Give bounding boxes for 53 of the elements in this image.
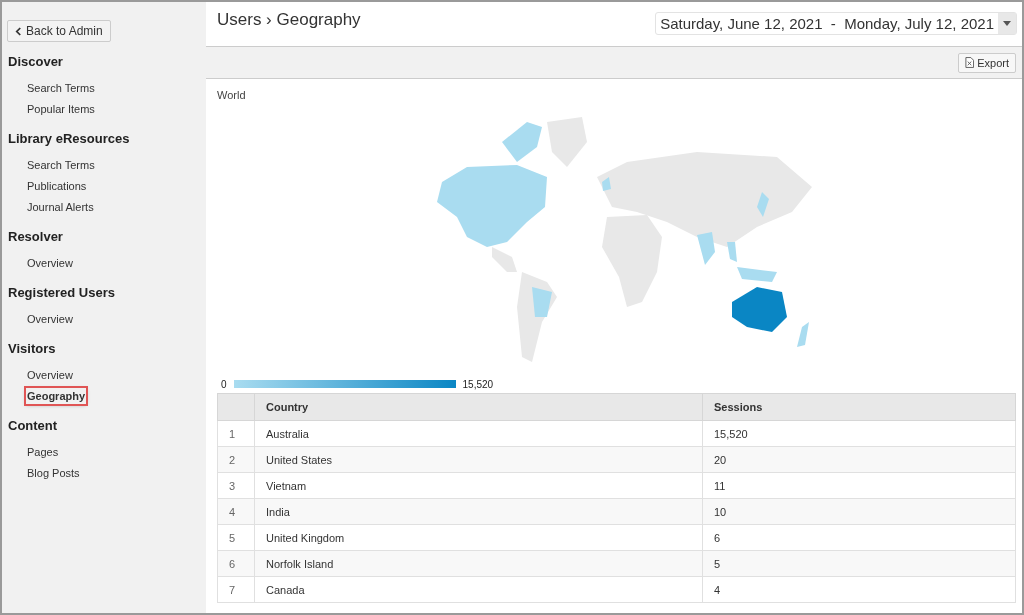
- table-cell: United Kingdom: [254, 524, 703, 551]
- column-header: [217, 393, 255, 421]
- sidebar-link[interactable]: Blog Posts: [26, 464, 81, 481]
- table-cell: 6: [702, 524, 1016, 551]
- table-cell: 5: [702, 550, 1016, 577]
- sidebar-link[interactable]: Overview: [26, 366, 74, 383]
- sidebar-link[interactable]: Geography: [26, 387, 87, 404]
- table-cell: 6: [217, 550, 255, 577]
- dropdown-toggle[interactable]: [998, 13, 1016, 34]
- table-cell: United States: [254, 446, 703, 473]
- sidebar-link[interactable]: Overview: [26, 254, 74, 271]
- table-cell: 7: [217, 576, 255, 603]
- date-range-picker[interactable]: Saturday, June 12, 2021 - Monday, July 12, 2021: [655, 12, 1017, 35]
- table-cell: 1: [217, 420, 255, 447]
- legend-max-label: 15,520: [462, 378, 494, 390]
- table-cell: 4: [217, 498, 255, 525]
- table-cell: Norfolk Island: [254, 550, 703, 577]
- sidebar-link[interactable]: Overview: [26, 310, 74, 327]
- sidebar-link[interactable]: Popular Items: [26, 100, 96, 117]
- table-cell: 2: [217, 446, 255, 473]
- section-heading: Library eResources: [7, 130, 131, 148]
- table-cell: 10: [702, 498, 1016, 525]
- date-range-text: Saturday, June 12, 2021 - Monday, July 12, 2021: [659, 14, 995, 34]
- section-heading: Resolver: [7, 228, 64, 246]
- table-cell: Australia: [254, 420, 703, 447]
- sidebar-link[interactable]: Search Terms: [26, 156, 96, 173]
- table-cell: 11: [702, 472, 1016, 499]
- table-cell: 15,520: [702, 420, 1016, 447]
- document-icon: [965, 57, 975, 68]
- table-cell: 5: [217, 524, 255, 551]
- section-heading: Visitors: [7, 340, 57, 358]
- section-heading: Discover: [7, 53, 64, 71]
- table-cell: India: [254, 498, 703, 525]
- page-title: Users › Geography: [217, 10, 361, 30]
- column-header: Sessions: [702, 393, 1016, 421]
- section-heading: Content: [7, 417, 59, 435]
- section-heading: Registered Users: [7, 284, 116, 302]
- export-button[interactable]: Export: [958, 52, 1016, 73]
- table-cell: Canada: [254, 576, 703, 603]
- table-cell: 20: [702, 446, 1016, 473]
- back-to-admin-button[interactable]: Back to Admin: [7, 20, 111, 42]
- map-title: World: [217, 89, 247, 101]
- chevron-left-icon: [15, 26, 22, 36]
- column-header: Country: [254, 393, 703, 421]
- legend-min-label: 0: [221, 378, 227, 390]
- table-cell: 4: [702, 576, 1016, 603]
- sidebar-link[interactable]: Journal Alerts: [26, 198, 95, 215]
- sidebar-link[interactable]: Search Terms: [26, 79, 96, 96]
- sidebar-link[interactable]: Pages: [26, 443, 60, 460]
- table-cell: 3: [217, 472, 255, 499]
- table-cell: Vietnam: [254, 472, 703, 499]
- sidebar-link[interactable]: Publications: [26, 177, 88, 194]
- caret-icon: [1003, 21, 1011, 26]
